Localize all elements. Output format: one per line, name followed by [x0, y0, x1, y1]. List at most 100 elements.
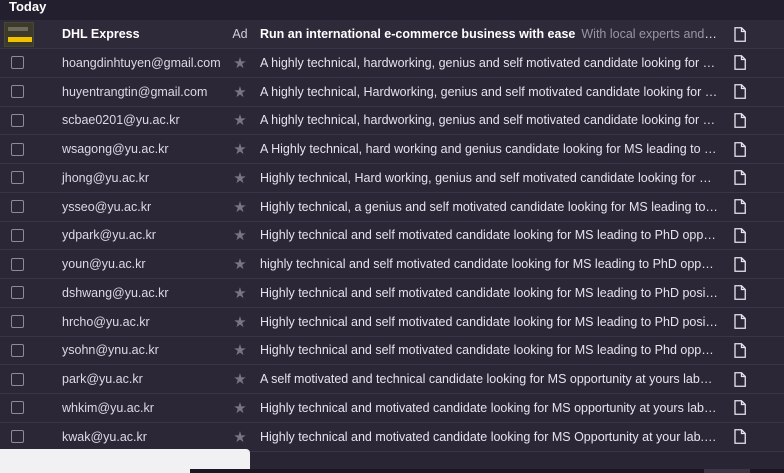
icon-cell — [720, 342, 760, 358]
subject-line: A highly technical, hardworking, genius … — [258, 56, 720, 70]
subject: Highly technical and motivated candidate… — [260, 400, 705, 415]
icon-cell — [720, 400, 760, 416]
document-icon[interactable] — [734, 285, 746, 301]
star-icon[interactable]: ★ — [233, 83, 246, 101]
subject: Highly technical and self motivated cand… — [260, 314, 720, 329]
select-checkbox[interactable] — [11, 142, 24, 156]
ad-label-cell: Ad — [222, 27, 258, 41]
star-icon[interactable]: ★ — [233, 198, 246, 216]
document-icon[interactable] — [734, 227, 746, 243]
select-checkbox[interactable] — [11, 401, 24, 415]
checkbox-cell — [0, 228, 37, 242]
star-icon[interactable]: ★ — [233, 140, 246, 158]
document-icon[interactable] — [734, 429, 746, 445]
email-row[interactable]: park@yu.ac.kr ★ A self motivated and tec… — [0, 365, 784, 394]
ad-snippet: With local experts and online… — [581, 27, 720, 41]
star-icon[interactable]: ★ — [233, 54, 246, 72]
select-checkbox[interactable] — [11, 286, 24, 300]
subject-line: A highly technical, Hardworking, genius … — [258, 85, 720, 99]
subject-line: Highly technical and self motivated cand… — [258, 228, 720, 242]
subject: Highly technical and self motivated cand… — [260, 343, 720, 358]
checkbox-cell — [0, 142, 37, 156]
select-checkbox[interactable] — [11, 343, 24, 357]
subject: Highly technical, Hard working, genius a… — [260, 170, 720, 185]
checkbox-cell — [0, 343, 37, 357]
subject-line: A self motivated and technical candidate… — [258, 372, 720, 386]
document-icon[interactable] — [734, 170, 746, 186]
icon-cell — [720, 84, 760, 100]
select-checkbox[interactable] — [11, 56, 24, 70]
sender: kwak@yu.ac.kr — [62, 429, 147, 444]
star-icon[interactable]: ★ — [233, 255, 246, 273]
subject: Highly technical and self motivated cand… — [260, 228, 720, 243]
email-row[interactable]: kwak@yu.ac.kr ★ Highly technical and mot… — [0, 422, 784, 452]
subject-line: Highly technical and self motivated cand… — [258, 315, 720, 329]
select-checkbox[interactable] — [11, 257, 24, 271]
subject-line: Highly technical and motivated candidate… — [258, 401, 720, 415]
sender: ysohn@ynu.ac.kr — [62, 343, 159, 358]
subject-line: A Highly technical, hard working and gen… — [258, 142, 720, 156]
select-checkbox[interactable] — [11, 200, 24, 214]
checkbox-cell — [0, 171, 37, 185]
subject: Highly technical and self motivated cand… — [260, 285, 720, 300]
icon-cell — [720, 371, 760, 387]
star-icon[interactable]: ★ — [233, 111, 246, 129]
icon-cell — [720, 112, 760, 128]
star-icon[interactable]: ★ — [233, 313, 246, 331]
subject: A highly technical, hardworking, genius … — [260, 113, 720, 128]
sender: dshwang@yu.ac.kr — [62, 285, 169, 300]
email-row[interactable]: ydpark@yu.ac.kr ★ Highly technical and s… — [0, 221, 784, 251]
document-icon[interactable] — [734, 400, 746, 416]
email-row[interactable]: scbae0201@yu.ac.kr ★ A highly technical,… — [0, 106, 784, 136]
star-icon[interactable]: ★ — [233, 428, 246, 446]
document-icon[interactable] — [734, 314, 746, 330]
email-row[interactable]: whkim@yu.ac.kr ★ Highly technical and mo… — [0, 394, 784, 423]
sender: hrcho@yu.ac.kr — [62, 314, 150, 329]
select-checkbox[interactable] — [11, 372, 24, 386]
email-row[interactable]: ysseo@yu.ac.kr ★ Highly technical, a gen… — [0, 192, 784, 222]
sender: park@yu.ac.kr — [62, 372, 143, 387]
star-cell: ★ — [222, 54, 258, 72]
email-row[interactable]: ysohn@ynu.ac.kr ★ Highly technical and s… — [0, 336, 784, 366]
section-header-today: Today — [0, 0, 784, 20]
document-icon[interactable] — [734, 199, 746, 215]
select-checkbox[interactable] — [11, 171, 24, 185]
select-checkbox[interactable] — [11, 113, 24, 127]
document-icon[interactable] — [734, 342, 746, 358]
ad-subject: Run an international e-commerce business… — [260, 27, 576, 41]
email-row[interactable]: wsagong@yu.ac.kr ★ A Highly technical, h… — [0, 135, 784, 164]
star-icon[interactable]: ★ — [233, 169, 246, 187]
document-icon[interactable] — [734, 141, 746, 157]
ad-row[interactable]: DHL Express Ad Run an international e-co… — [0, 20, 784, 49]
document-icon[interactable] — [734, 55, 746, 71]
star-icon[interactable]: ★ — [233, 399, 246, 417]
email-row[interactable]: dshwang@yu.ac.kr ★ Highly technical and … — [0, 279, 784, 308]
email-row[interactable]: youn@yu.ac.kr ★ highly technical and sel… — [0, 250, 784, 279]
subject-line: A highly technical, hardworking, genius … — [258, 113, 720, 127]
select-checkbox[interactable] — [11, 85, 24, 99]
document-icon[interactable] — [734, 256, 746, 272]
subject: A highly technical, Hardworking, genius … — [260, 84, 720, 99]
scroll-thumb[interactable] — [704, 469, 750, 473]
checkbox-cell — [0, 257, 37, 271]
document-icon[interactable] — [734, 371, 746, 387]
sender: jhong@yu.ac.kr — [62, 170, 150, 185]
email-row[interactable]: hrcho@yu.ac.kr ★ Highly technical and se… — [0, 307, 784, 337]
select-checkbox[interactable] — [11, 228, 24, 242]
email-row[interactable]: jhong@yu.ac.kr ★ Highly technical, Hard … — [0, 164, 784, 193]
checkbox-cell — [0, 200, 37, 214]
select-checkbox[interactable] — [11, 430, 24, 444]
ad-sender: DHL Express — [62, 27, 140, 41]
select-checkbox[interactable] — [11, 315, 24, 329]
star-icon[interactable]: ★ — [233, 226, 246, 244]
checkbox-cell — [0, 56, 37, 70]
sender: whkim@yu.ac.kr — [62, 400, 154, 415]
star-icon[interactable]: ★ — [233, 341, 246, 359]
document-icon[interactable] — [734, 112, 746, 128]
star-icon[interactable]: ★ — [233, 370, 246, 388]
bottom-scroll-strip[interactable] — [190, 469, 784, 473]
email-row[interactable]: huyentrangtin@gmail.com ★ A highly techn… — [0, 77, 784, 107]
star-icon[interactable]: ★ — [233, 284, 246, 302]
document-icon[interactable] — [734, 84, 746, 100]
email-row[interactable]: hoangdinhtuyen@gmail.com ★ A highly tech… — [0, 49, 784, 78]
